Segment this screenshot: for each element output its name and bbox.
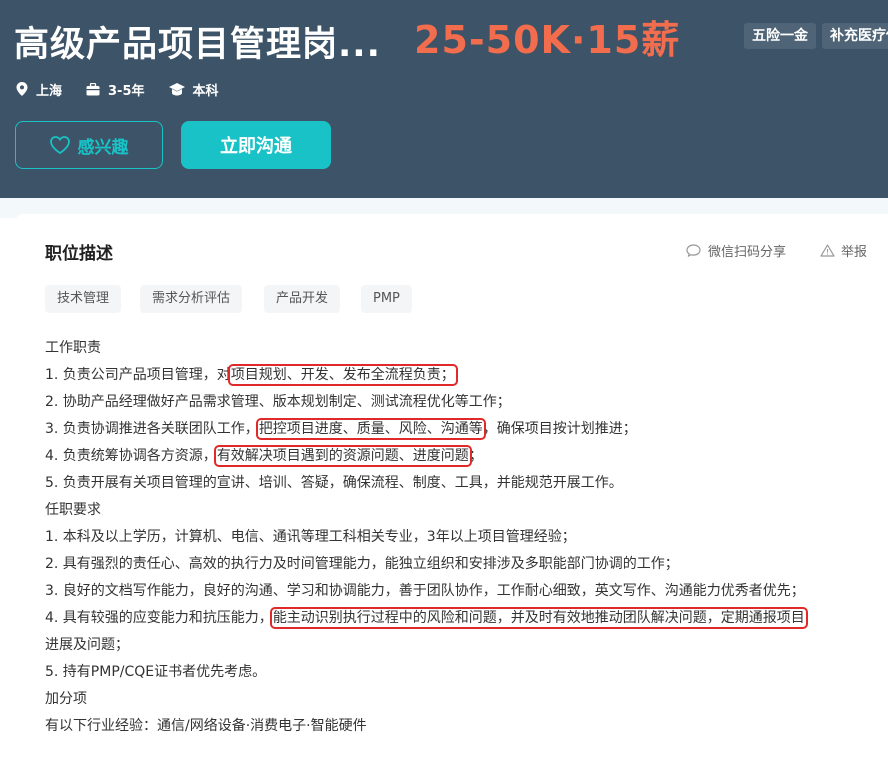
- highlighted-text: 能主动识别执行过程中的风险和问题，并及时有效地推动团队解决问题，定期通报项目: [269, 607, 808, 629]
- salary: 25-50K·15薪: [414, 18, 681, 62]
- skill-tag: 技术管理: [45, 285, 122, 313]
- duty-text: ；: [468, 448, 483, 464]
- section-title: 职位描述: [45, 244, 113, 264]
- highlighted-text: 项目规划、开发、发布全流程负责；: [227, 364, 458, 386]
- interest-button[interactable]: 感兴趣: [15, 121, 163, 169]
- requirement-text: 4. 具有较强的应变能力和抗压能力，: [45, 610, 273, 626]
- highlighted-text: 把控项目进度、质量、风险、沟通等: [255, 418, 486, 440]
- job-header: 高级产品项目管理岗... 25-50K·15薪 五险一金 补充医疗保 上海 3-…: [0, 0, 888, 198]
- duty-item: 1. 负责公司产品项目管理，对项目规划、开发、发布全流程负责；: [45, 362, 885, 389]
- requirement-item: 1. 本科及以上学历，计算机、电信、通讯等理工科相关专业，3年以上项目管理经验；: [45, 529, 576, 545]
- duty-item: 4. 负责统筹协调各方资源，有效解决项目遇到的资源问题、进度问题；: [45, 443, 885, 470]
- meta-location: 上海: [16, 80, 62, 99]
- job-meta: 上海 3-5年 本科: [16, 79, 243, 99]
- duty-text: ，确保项目按计划推进；: [482, 421, 637, 437]
- report-link[interactable]: 举报: [820, 241, 867, 260]
- duty-item: 3. 负责协调推进各关联团队工作，把控项目进度、质量、风险、沟通等，确保项目按计…: [45, 416, 885, 443]
- location-icon: [16, 82, 28, 96]
- meta-education: 本科: [168, 80, 219, 99]
- chat-now-button[interactable]: 立即沟通: [181, 121, 331, 169]
- location-text: 上海: [36, 83, 63, 99]
- requirement-item: 3. 良好的文档写作能力，良好的沟通、学习和协调能力，善于团队协作，工作耐心细致…: [45, 583, 805, 599]
- wechat-icon: [686, 244, 701, 257]
- duty-text: 3. 负责协调推进各关联团队工作，: [45, 421, 259, 437]
- requirements-heading: 任职要求: [45, 502, 101, 518]
- graduation-cap-icon: [168, 82, 185, 95]
- warning-icon: [820, 244, 835, 257]
- meta-experience: 3-5年: [86, 80, 145, 99]
- report-label: 举报: [841, 245, 868, 260]
- skill-tag: 需求分析评估: [140, 285, 243, 313]
- briefcase-icon: [86, 82, 100, 95]
- duty-text: 4. 负责统筹协调各方资源，: [45, 448, 217, 464]
- duty-item: 5. 负责开展有关项目管理的宣讲、培训、答疑，确保流程、制度、工具，并能规范开展…: [45, 475, 623, 491]
- duty-text: 1. 负责公司产品项目管理，对: [45, 367, 231, 383]
- requirement-item-continued: 进展及问题；: [45, 637, 129, 653]
- bonus-heading: 加分项: [45, 691, 87, 707]
- experience-text: 3-5年: [108, 83, 145, 99]
- highlighted-text: 有效解决项目遇到的资源问题、进度问题: [213, 445, 472, 467]
- chat-label: 立即沟通: [220, 136, 292, 157]
- requirement-item: 4. 具有较强的应变能力和抗压能力，能主动识别执行过程中的风险和问题，并及时有效…: [45, 605, 885, 632]
- heart-icon: [49, 136, 70, 154]
- job-title: 高级产品项目管理岗...: [14, 25, 381, 65]
- duties-heading: 工作职责: [45, 340, 101, 356]
- education-text: 本科: [192, 83, 219, 99]
- share-label: 微信扫码分享: [708, 245, 787, 260]
- interest-label: 感兴趣: [77, 137, 129, 158]
- benefit-tag: 补充医疗保: [822, 23, 888, 49]
- wechat-share-link[interactable]: 微信扫码分享: [686, 241, 786, 260]
- duty-item: 2. 协助产品经理做好产品需求管理、版本规划制定、测试流程优化等工作；: [45, 394, 511, 410]
- bonus-item: 有以下行业经验：通信/网络设备·消费电子·智能硬件: [45, 718, 367, 734]
- benefit-tag: 五险一金: [744, 23, 816, 49]
- skill-tag: PMP: [361, 285, 412, 313]
- skill-tag: 产品开发: [264, 285, 341, 313]
- requirement-item: 5. 持有PMP/CQE证书者优先考虑。: [45, 664, 267, 680]
- requirement-item: 2. 具有强烈的责任心、高效的执行力及时间管理能力，能独立组织和安排涉及多职能部…: [45, 556, 679, 572]
- job-description: 工作职责 1. 负责公司产品项目管理，对项目规划、开发、发布全流程负责； 2. …: [45, 335, 885, 740]
